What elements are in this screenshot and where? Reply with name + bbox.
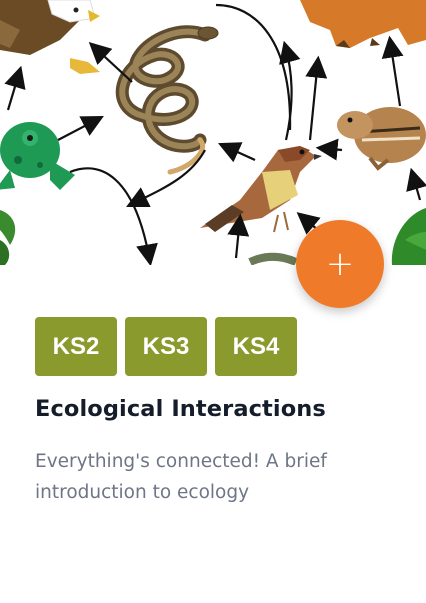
fox-illustration [300,0,426,48]
key-stage-tags: KS2 KS3 KS4 [35,317,297,376]
caterpillar-illustration [248,252,298,265]
card-title[interactable]: Ecological Interactions [35,396,326,422]
tag-ks2[interactable]: KS2 [35,317,117,376]
frog-illustration [0,122,75,190]
add-button[interactable]: + [296,220,384,308]
plant-illustration-left [0,210,16,265]
tag-ks3[interactable]: KS3 [125,317,207,376]
course-card[interactable]: + KS2 KS3 KS4 Ecological Interactions Ev… [0,0,426,603]
card-description: Everything's connected! A brief introduc… [35,451,327,503]
tag-ks4[interactable]: KS4 [215,317,297,376]
plus-icon: + [325,244,355,284]
plant-illustration-right [391,208,426,265]
chipmunk-illustration [337,107,426,171]
eagle-illustration [0,0,100,74]
